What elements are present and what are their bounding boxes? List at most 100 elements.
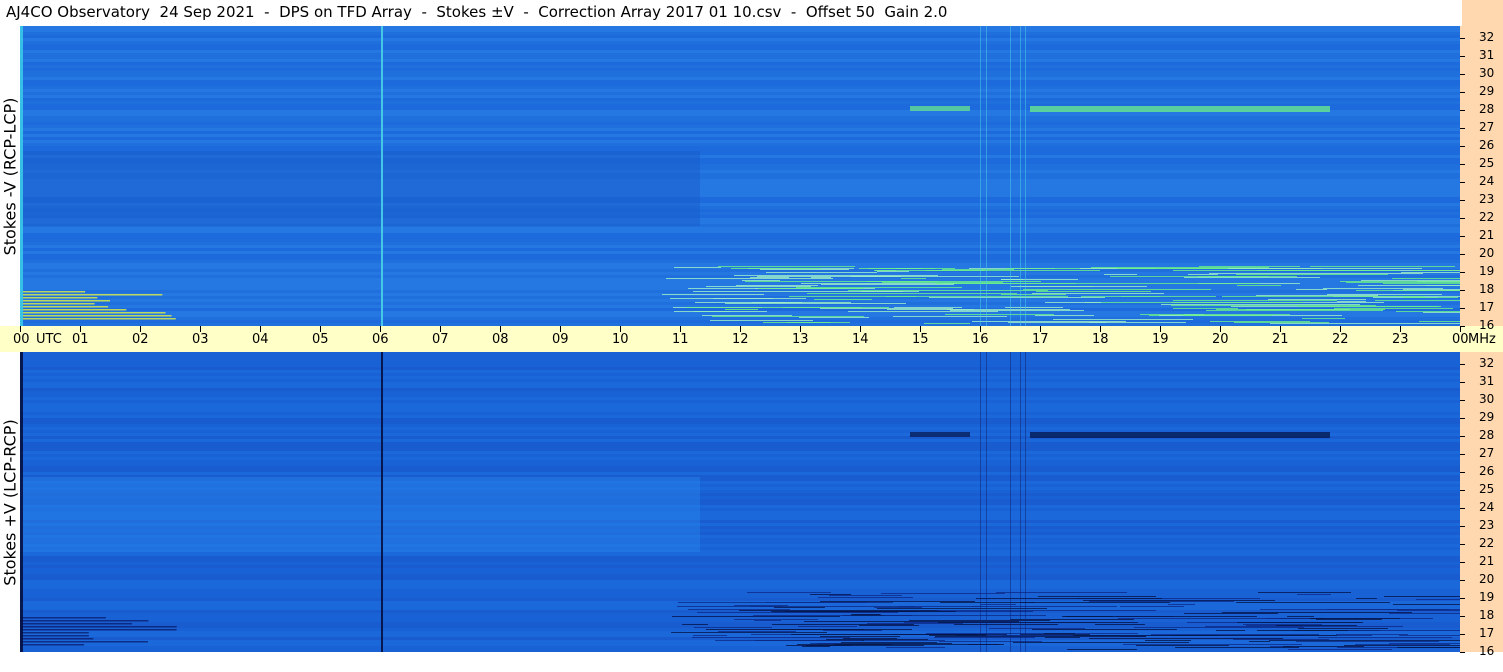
spectrogram-streak [884, 615, 1046, 616]
spectrogram-streak [1140, 314, 1290, 315]
spectrogram-streak [820, 601, 975, 602]
time-tick-label: 19 [1152, 332, 1169, 347]
frequency-tick-mark [1460, 364, 1465, 365]
spectrogram-streak [20, 632, 89, 634]
spectrogram-streak [894, 307, 962, 308]
spectrogram-band [20, 86, 1460, 89]
spectrogram-vertical-line [1025, 352, 1026, 652]
spectrogram-streak [1005, 307, 1063, 308]
frequency-tick-label: 29 [1479, 410, 1495, 424]
spectrogram-streak [20, 626, 177, 628]
spectrogram-streak [1423, 312, 1460, 313]
time-axis: 00 UTC 01 02 03 04 05 06 07 08 09 10 11 12 13 14 15 16 17 1… [0, 326, 1503, 352]
spectrogram-streak [758, 288, 863, 289]
spectrogram-streak [1210, 321, 1310, 322]
spectrogram-streak [1175, 647, 1299, 648]
spectrogram-streak [901, 278, 926, 279]
frequency-tick-label: 24 [1479, 174, 1495, 188]
frequency-tick-mark [1460, 200, 1465, 201]
spectrogram-streak [725, 309, 758, 310]
spectrogram-streak [954, 624, 1058, 625]
time-tick-label: 16 [972, 332, 989, 347]
spectrogram-band [20, 260, 1460, 263]
spectrogram-streak [1183, 315, 1272, 316]
spectrogram-streak [20, 620, 149, 622]
spectrogram-streak [1283, 646, 1364, 647]
spectrogram-streak [20, 641, 148, 643]
spectrogram-band [20, 227, 1460, 230]
spectrogram-streak [718, 631, 796, 632]
spectrogram-streak [1389, 613, 1460, 614]
spectrogram-streak [710, 320, 813, 321]
spectrogram-streak [766, 602, 893, 603]
spectrogram-band [20, 92, 1460, 95]
spectrogram-streak [734, 619, 818, 620]
spectrogram-band [20, 649, 1460, 652]
frequency-tick-mark [1460, 74, 1465, 75]
spectrogram-band [20, 254, 1460, 257]
spectrogram-streak [1268, 299, 1366, 300]
spectrogram-vertical-line [1020, 26, 1021, 326]
spectrogram-streak [1257, 630, 1358, 631]
time-tick-label: UTC [36, 332, 62, 347]
spectrogram-streak [706, 286, 811, 287]
spectrogram-streak [734, 605, 788, 606]
spectrogram-streak [1199, 266, 1300, 267]
spectrogram-band [20, 83, 1460, 86]
spectrogram-streak [1288, 649, 1392, 650]
frequency-tick-mark [1460, 526, 1465, 527]
frequency-tick-mark [1460, 218, 1465, 219]
frequency-tick-mark [1460, 128, 1465, 129]
spectrogram-vertical-line [1010, 352, 1011, 652]
spectrogram-band [20, 448, 1460, 451]
spectrogram-streak [20, 294, 163, 296]
spectrogram-streak [935, 636, 1146, 637]
spectrogram-streak [1001, 279, 1078, 280]
spectrogram-streak [1256, 295, 1378, 296]
spectrogram-streak [774, 607, 825, 608]
spectrogram-band [20, 472, 1460, 475]
spectrogram-streak [750, 606, 915, 607]
spectrogram-streak [734, 275, 938, 276]
spectrogram-streak [989, 628, 1085, 629]
spectrogram-vertical-line [986, 352, 987, 652]
spectrogram-streak [725, 303, 906, 304]
spectrogram-band [20, 74, 1460, 77]
spectrogram-vertical-line [381, 352, 383, 652]
spectrogram-streak [934, 637, 1035, 638]
spectrogram-band [20, 583, 1460, 586]
spectrogram-band [20, 379, 1460, 382]
spectrogram-band [20, 562, 1460, 565]
spectrogram-vertical-line [1020, 352, 1021, 652]
spectrogram-streak [1021, 602, 1170, 603]
time-tick-label: 04 [252, 332, 269, 347]
spectrogram-streak [712, 316, 864, 317]
frequency-tick-mark [1460, 580, 1465, 581]
spectrogram-streak [823, 630, 882, 631]
spectrogram-streak [938, 622, 1138, 623]
frequency-tick-label: 20 [1479, 246, 1495, 260]
spectrogram-region [20, 477, 700, 552]
frequency-tick-mark [1460, 562, 1465, 563]
spectrogram-band [20, 427, 1460, 430]
spectrogram-streak [935, 283, 1076, 284]
frequency-tick-mark [1460, 272, 1465, 273]
spectrogram-band [20, 50, 1460, 53]
spectrogram-streak [1296, 641, 1439, 642]
spectrogram-streak [739, 610, 940, 611]
time-tick-label: 11 [672, 332, 689, 347]
spectrogram-streak [1228, 268, 1422, 269]
spectrogram-region [20, 151, 700, 226]
spectrogram-streak [1260, 609, 1460, 610]
frequency-tick-label: 17 [1479, 626, 1495, 640]
spectrogram-emission [910, 106, 970, 111]
spectrogram-streak [1401, 272, 1460, 273]
spectrogram-streak [1134, 627, 1304, 628]
spectrogram-streak [1045, 637, 1080, 638]
spectrogram-streak [1403, 289, 1460, 290]
spectrogram-band [20, 68, 1460, 71]
frequency-tick-mark [1460, 616, 1465, 617]
spectrogram-streak [1348, 630, 1460, 631]
spectrogram-streak [750, 277, 789, 278]
frequency-tick-label: 30 [1479, 66, 1495, 80]
